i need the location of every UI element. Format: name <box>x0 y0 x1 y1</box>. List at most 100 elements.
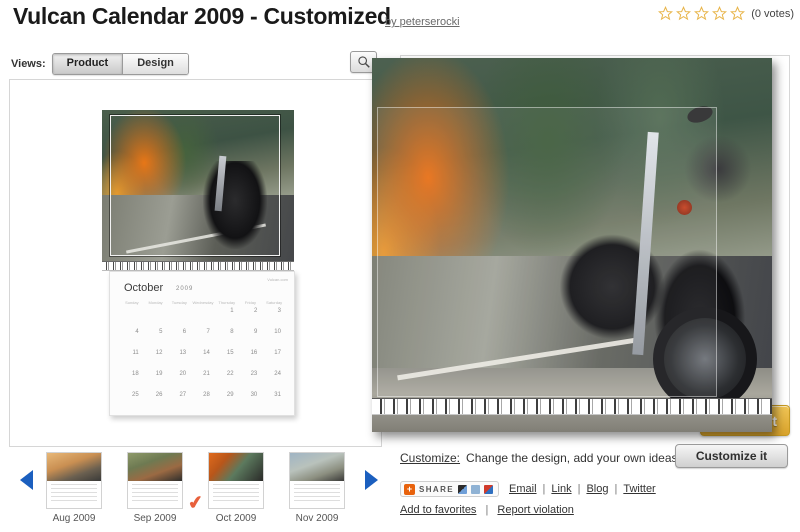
myspace-icon[interactable] <box>484 484 494 494</box>
magnifier-icon <box>357 56 370 68</box>
thumbnail-image <box>290 453 344 481</box>
share-twitter-link[interactable]: Twitter <box>623 483 655 495</box>
enlarged-design-image[interactable] <box>372 58 772 432</box>
selected-check-icon: ✔ <box>186 491 205 514</box>
share-links: Email | Link | Blog | Twitter <box>509 483 656 495</box>
list-item[interactable]: Sep 2009 <box>127 452 183 524</box>
customize-it-button[interactable]: Customize it <box>675 444 788 468</box>
calendar-day-header: Saturday <box>266 300 283 305</box>
calendar-day-grid: 1 2 3 4 5 6 7 8 9 10 11 12 13 14 15 16 17 18 19 20 21 22 23 24 2… <box>120 308 286 413</box>
thumbnail-calendar-lines <box>290 481 344 507</box>
list-item[interactable]: Nov 2009 <box>289 452 345 524</box>
thumbnail-calendar-lines <box>47 481 101 507</box>
list-item[interactable]: Aug 2009 <box>46 452 102 524</box>
calendar-day-cell: 2 <box>253 308 258 314</box>
calendar-day-header: Wednesday <box>192 300 214 305</box>
list-item[interactable]: Oct 2009 <box>208 452 264 524</box>
views-tab-group: Product Design <box>51 53 189 75</box>
share-row: + SHARE Email | Link | Blog | Twitter <box>400 481 656 497</box>
share-blog-link[interactable]: Blog <box>586 483 608 495</box>
calendar-day-headers: Sunday Monday Tuesday Wednesday Thursday Frid… <box>120 300 286 305</box>
calendar-day-cell: 9 <box>253 329 258 335</box>
views-label: Views: <box>11 58 46 70</box>
calendar-day-cell: 20 <box>179 371 187 377</box>
thumbnail-image <box>209 453 263 481</box>
star-icon[interactable] <box>712 6 728 21</box>
rating-widget[interactable]: (0 votes) <box>658 6 794 21</box>
calendar-day-cell: 31 <box>274 392 281 398</box>
calendar-day-cell: 23 <box>250 371 258 377</box>
facebook-icon[interactable] <box>471 484 481 494</box>
calendar-day-cell: 5 <box>159 329 163 335</box>
calendar-day-cell: 13 <box>179 350 187 356</box>
page-title: Vulcan Calendar 2009 - Customized <box>13 3 391 29</box>
share-link-link[interactable]: Link <box>551 483 571 495</box>
calendar-product[interactable]: October 2009 Vulcan.com Sunday Monday Tues… <box>102 110 298 424</box>
thumbnail-calendar-lines <box>128 481 182 507</box>
calendar-day-header: Sunday <box>125 300 139 305</box>
calendar-day-cell: 6 <box>182 329 187 335</box>
calendar-blank-cell <box>144 308 168 329</box>
thumbnail-calendar-lines <box>209 481 263 507</box>
customize-link[interactable]: Customize: <box>400 451 460 465</box>
thumbnail-image <box>47 453 101 481</box>
calendar-day-cell: 21 <box>203 371 210 377</box>
bookmark-icon[interactable] <box>458 484 468 494</box>
star-icon[interactable] <box>676 6 692 21</box>
author-link[interactable]: by peterserocki <box>385 16 460 28</box>
photo-selection-rectangle[interactable] <box>109 114 281 257</box>
add-to-favorites-link[interactable]: Add to favorites <box>400 504 476 516</box>
star-icon[interactable] <box>730 6 746 21</box>
next-arrow-icon[interactable] <box>365 470 378 490</box>
thumbnail-image <box>128 453 182 481</box>
customize-description: Change the design, add your own ideas! <box>466 451 681 465</box>
meta-row: Add to favorites | Report violation <box>400 504 574 516</box>
page-header: Vulcan Calendar 2009 - Customized by pet… <box>0 0 800 40</box>
share-email-link[interactable]: Email <box>509 483 537 495</box>
customize-row: Customize: Change the design, add your o… <box>400 444 790 472</box>
calendar-day-cell: 15 <box>226 350 234 356</box>
product-preview-panel: October 2009 Vulcan.com Sunday Monday Tues… <box>9 79 382 447</box>
share-separator: | <box>577 483 581 495</box>
calendar-blank-cell <box>191 308 215 329</box>
calendar-sheet: October 2009 Vulcan.com Sunday Monday Tues… <box>109 271 295 416</box>
views-bar: Views: Product Design <box>11 53 189 75</box>
calendar-day-cell: 26 <box>155 392 163 398</box>
spiral-binding <box>102 261 294 271</box>
prev-arrow-icon[interactable] <box>20 470 33 490</box>
overlay-selection-rectangle[interactable] <box>377 107 717 397</box>
product-page: Vulcan Calendar 2009 - Customized by pet… <box>0 0 800 532</box>
calendar-day-header: Thursday <box>218 300 236 305</box>
calendar-day-cell: 30 <box>250 392 258 398</box>
star-icon[interactable] <box>658 6 674 21</box>
calendar-day-header: Friday <box>244 300 257 305</box>
thumbnail-card <box>46 452 102 509</box>
tab-design[interactable]: Design <box>123 54 188 74</box>
meta-separator: | <box>485 504 489 516</box>
thumbnail-card <box>208 452 264 509</box>
calendar-day-cell: 28 <box>203 392 210 398</box>
calendar-day-cell: 19 <box>155 371 163 377</box>
calendar-day-cell: 10 <box>274 329 281 335</box>
tab-product[interactable]: Product <box>52 54 124 74</box>
thumbnail-caption: Aug 2009 <box>52 513 96 524</box>
calendar-brand: Vulcan.com <box>267 277 288 282</box>
calendar-day-header: Tuesday <box>171 300 187 305</box>
calendar-day-cell: 7 <box>206 329 210 335</box>
calendar-year: 2009 <box>176 286 194 292</box>
calendar-month: October <box>124 282 164 294</box>
calendar-day-cell: 11 <box>132 350 139 356</box>
calendar-day-cell: 8 <box>230 329 234 335</box>
addthis-label: SHARE <box>419 484 455 494</box>
calendar-day-cell: 17 <box>274 350 281 356</box>
calendar-day-cell: 22 <box>226 371 234 377</box>
calendar-blank-cell <box>120 308 144 329</box>
calendar-day-cell: 12 <box>155 350 163 356</box>
addthis-share-widget[interactable]: + SHARE <box>400 481 500 497</box>
star-icon[interactable] <box>694 6 710 21</box>
calendar-day-cell: 16 <box>250 350 258 356</box>
calendar-day-cell: 4 <box>135 329 139 335</box>
share-separator: | <box>614 483 618 495</box>
calendar-day-cell: 1 <box>230 308 234 314</box>
report-violation-link[interactable]: Report violation <box>497 504 573 516</box>
